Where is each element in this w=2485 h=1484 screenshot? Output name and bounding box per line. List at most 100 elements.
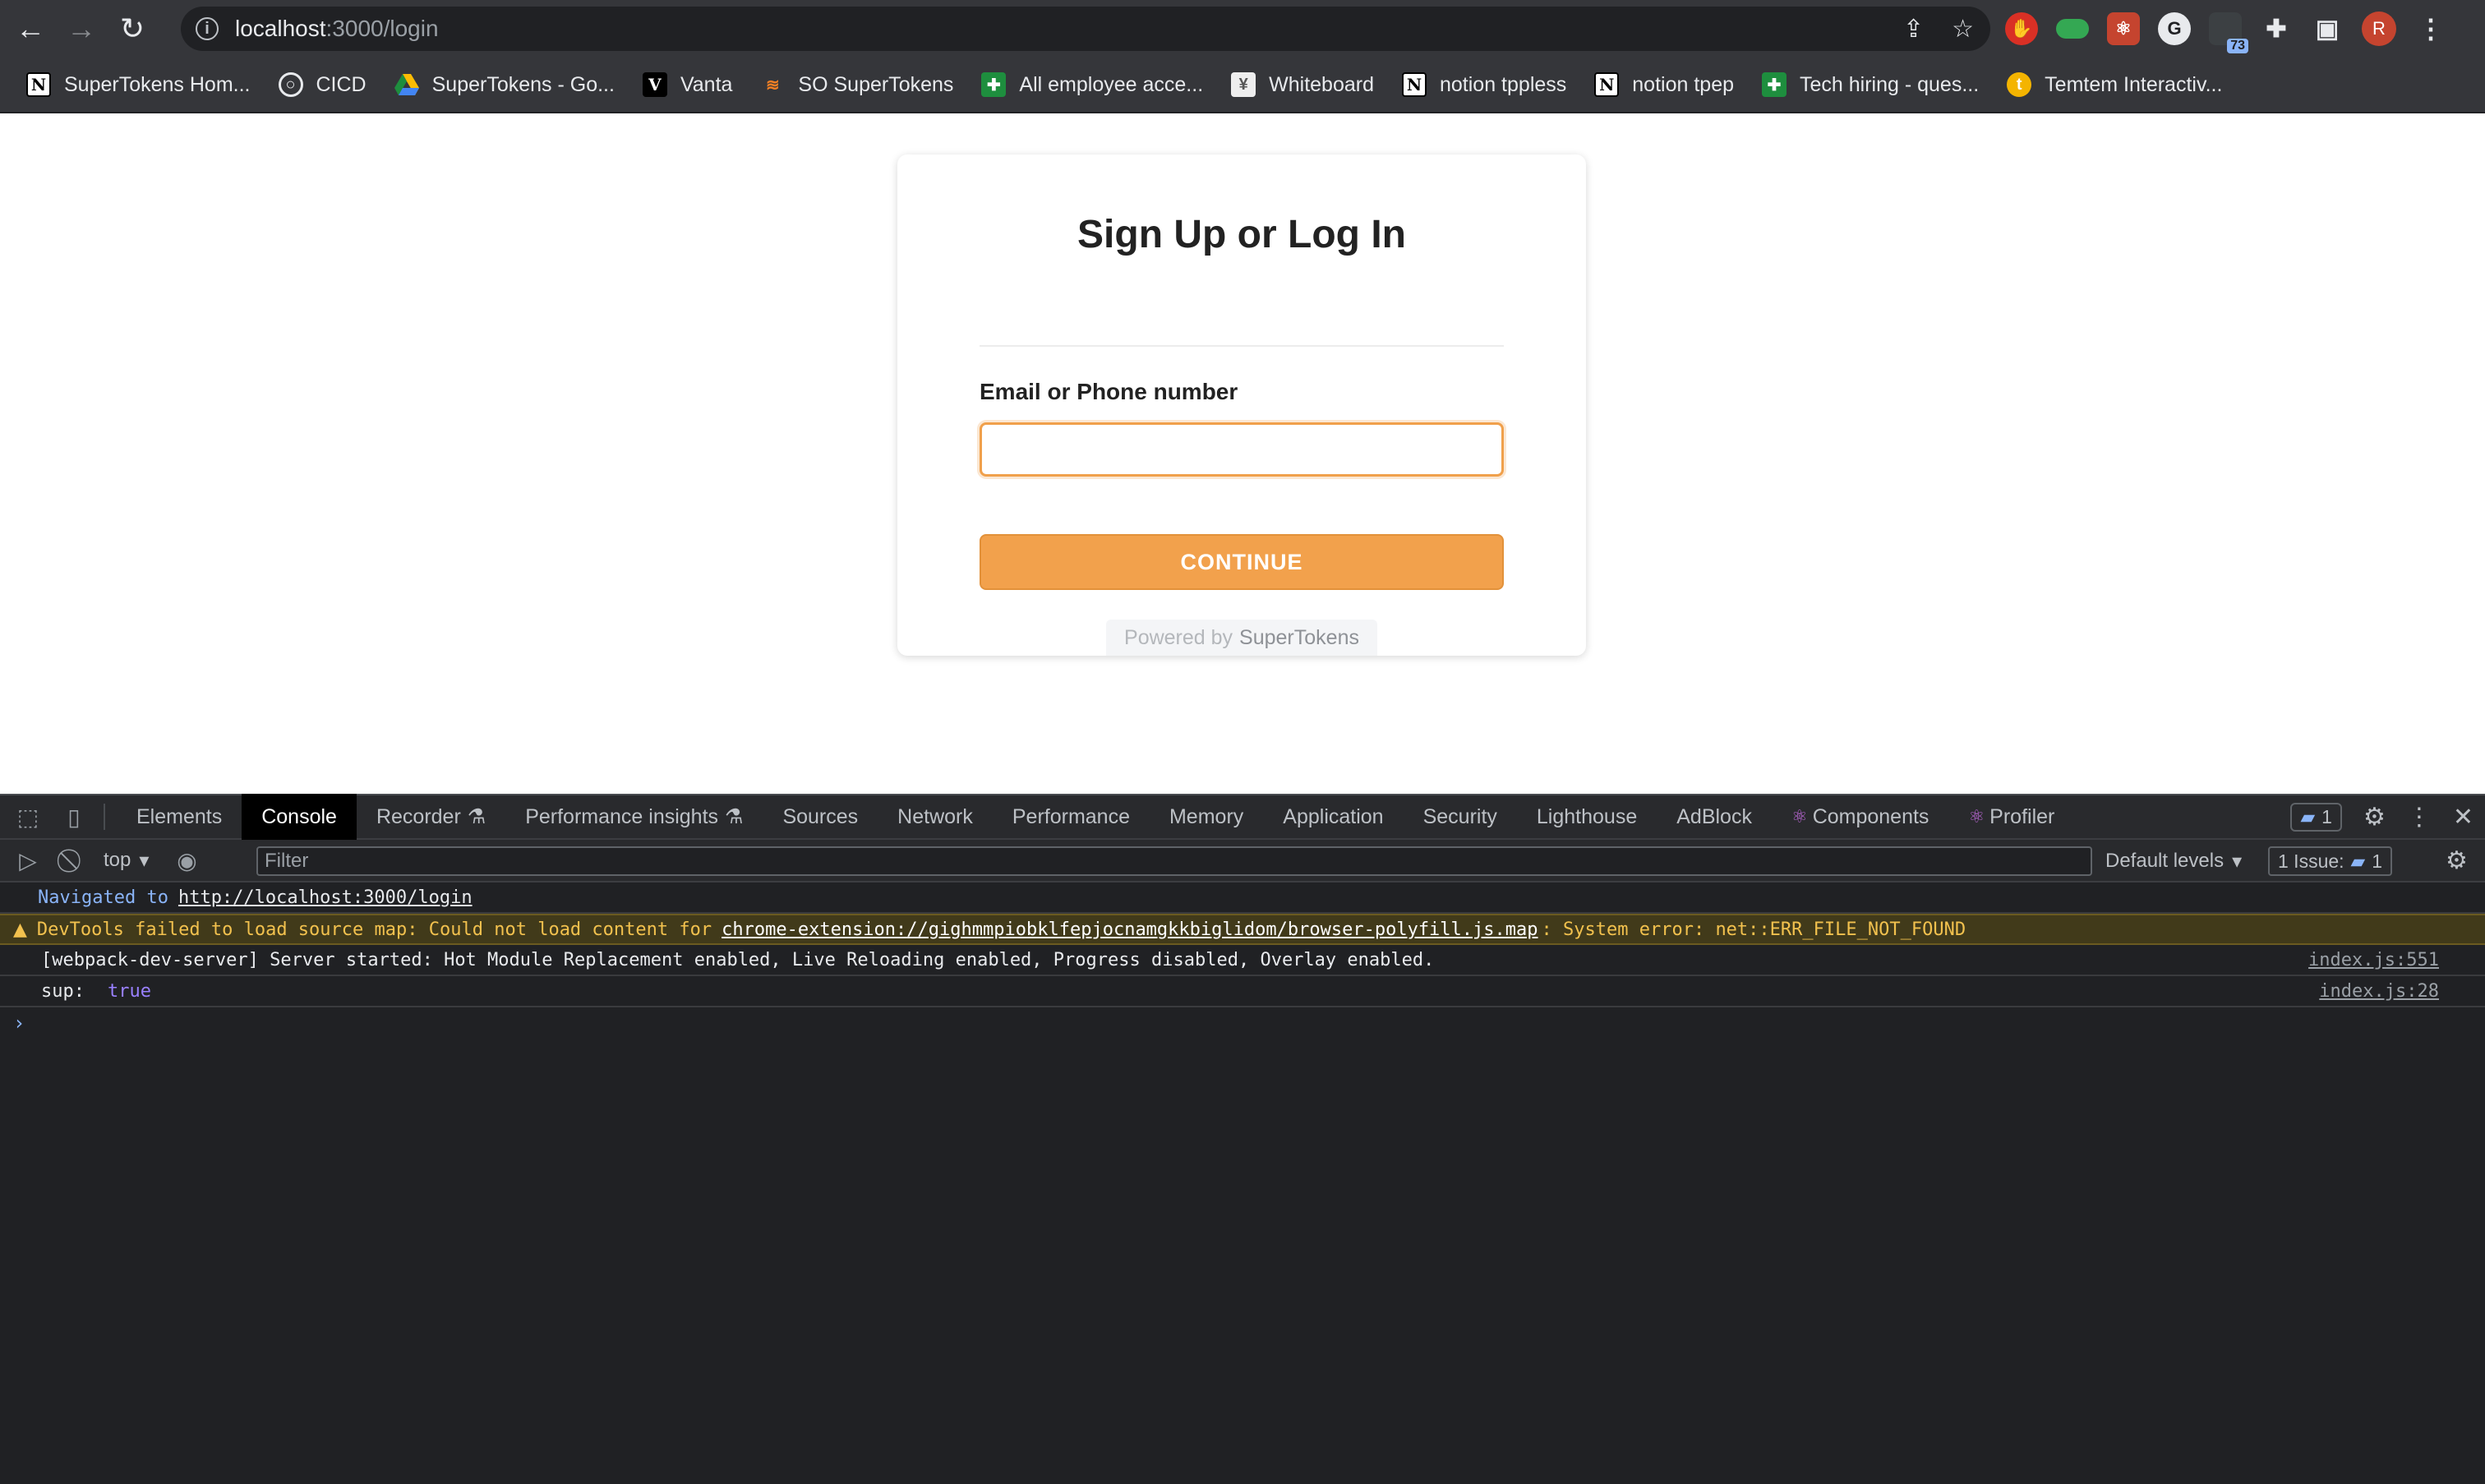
context-value: top <box>104 849 131 871</box>
settings-gear-icon[interactable]: ⚙ <box>2363 803 2386 832</box>
log-levels-select[interactable]: Default levels ▾ <box>2105 846 2242 876</box>
bookmark-item[interactable]: t Temtem Interactiv... <box>2007 72 2222 97</box>
bookmark-label: CICD <box>316 72 367 96</box>
tab-elements[interactable]: Elements <box>117 794 242 840</box>
message-count: 1 <box>2321 805 2332 827</box>
console-filter-input[interactable]: Filter <box>256 846 2092 876</box>
powered-by-badge[interactable]: Powered by SuperTokens <box>1106 620 1377 656</box>
nav-url-link[interactable]: http://localhost:3000/login <box>178 887 473 908</box>
bookmark-item[interactable]: ✚ Tech hiring - ques... <box>1762 72 1979 97</box>
divider <box>104 804 105 830</box>
share-icon[interactable]: ⇪ <box>1903 15 1924 44</box>
site-info-icon[interactable]: i <box>196 17 219 40</box>
bookmark-label: Tech hiring - ques... <box>1800 72 1980 96</box>
warning-error: : System error: net::ERR_FILE_NOT_FOUND <box>1541 919 1966 940</box>
devtools-panel: ⬚ ▯ Elements Console Recorder ⚗ Performan… <box>0 794 2485 1484</box>
console-prompt[interactable]: › <box>0 1007 2485 1039</box>
device-toolbar-icon[interactable]: ▯ <box>56 804 92 831</box>
page-title: Sign Up or Log In <box>1077 213 1406 256</box>
back-arrow-icon[interactable]: ← <box>10 8 51 49</box>
issues-button[interactable]: 1 Issue: ▰ 1 <box>2268 846 2393 876</box>
counter-extension-icon[interactable]: 73 <box>2209 12 2248 53</box>
nav-text: Navigated to <box>38 887 168 908</box>
chevron-down-icon: ▾ <box>139 849 150 872</box>
console-settings-gear-icon[interactable]: ⚙ <box>2446 846 2468 875</box>
tab-lighthouse[interactable]: Lighthouse <box>1517 794 1657 840</box>
address-url[interactable]: localhost:3000/login <box>235 16 439 42</box>
forward-arrow-icon[interactable]: → <box>61 8 102 49</box>
tab-memory[interactable]: Memory <box>1150 794 1263 840</box>
messages-badge[interactable]: ▰ 1 <box>2290 802 2342 832</box>
bookmark-item[interactable]: ≋ SO SuperTokens <box>760 72 953 97</box>
live-expression-eye-icon[interactable]: ◉ <box>168 847 205 874</box>
tab-network[interactable]: Network <box>878 794 993 840</box>
bookmark-label: notion tppless <box>1440 72 1567 96</box>
bookmark-label: Whiteboard <box>1269 72 1374 96</box>
toggle-extension-icon[interactable] <box>2056 19 2089 39</box>
tab-label: Profiler <box>1989 804 2055 828</box>
bookmark-item[interactable]: SuperTokens - Go... <box>394 72 615 97</box>
notion-icon: N <box>26 72 51 97</box>
issues-count: 1 <box>2372 850 2383 872</box>
extensions-area: ✋ ⚛ G 73 ✚ ▣ R ⋮ <box>2005 8 2447 53</box>
console-filter-bar: ▷ ⃠ top ▾ ◉ Filter Default levels ▾ 1 Issu… <box>0 840 2485 883</box>
tab-console[interactable]: Console <box>242 794 357 840</box>
bookmark-item[interactable]: ¥ Whiteboard <box>1231 72 1374 97</box>
bookmark-label: SuperTokens - Go... <box>431 72 615 96</box>
more-options-icon[interactable]: ⋮ <box>2407 803 2432 832</box>
tab-application[interactable]: Application <box>1263 794 1403 840</box>
prompt-chevron-icon: › <box>13 1012 25 1035</box>
source-link[interactable]: index.js:551 <box>2308 950 2439 970</box>
bookmark-item[interactable]: ○ CICD <box>278 72 367 97</box>
url-path: :3000/login <box>325 16 439 41</box>
tab-performance-insights[interactable]: Performance insights ⚗ <box>505 794 763 840</box>
stackoverflow-icon: ≋ <box>766 76 780 94</box>
react-devtools-extension-icon[interactable]: ⚛ <box>2107 12 2140 45</box>
continue-button[interactable]: CONTINUE <box>980 534 1504 590</box>
adblock-extension-icon[interactable]: ✋ <box>2005 12 2038 45</box>
tab-profiler[interactable]: ⚛ Profiler <box>1948 794 2074 840</box>
bookmark-label: SO SuperTokens <box>798 72 954 96</box>
source-link[interactable]: index.js:28 <box>2319 981 2439 1002</box>
tab-components[interactable]: ⚛ Components <box>1772 794 1948 840</box>
browser-toolbar: ← → ↻ i localhost:3000/login ⇪ ☆ ✋ ⚛ G 7… <box>0 0 2485 58</box>
inspect-element-icon[interactable]: ⬚ <box>10 804 46 831</box>
tab-sources[interactable]: Sources <box>763 794 878 840</box>
browser-menu-icon[interactable]: ⋮ <box>2414 12 2447 45</box>
cicd-icon: ○ <box>278 72 303 97</box>
warning-icon: ▲ <box>13 919 27 940</box>
bookmark-label: Temtem Interactiv... <box>2045 72 2223 96</box>
console-message: [webpack-dev-server] Server started: Hot… <box>0 945 2485 976</box>
context-select[interactable]: top ▾ <box>104 849 149 873</box>
clear-console-icon[interactable]: ⃠ <box>56 847 92 874</box>
bookmark-star-icon[interactable]: ☆ <box>1952 15 1974 44</box>
tab-performance[interactable]: Performance <box>993 794 1150 840</box>
notion-icon: N <box>1402 72 1427 97</box>
vanta-icon: V <box>642 72 667 97</box>
side-panel-icon[interactable]: ▣ <box>2311 12 2344 45</box>
powered-by-text: Powered by <box>1124 625 1233 649</box>
flask-icon: ⚗ <box>725 805 744 828</box>
sidebar-toggle-icon[interactable]: ▷ <box>10 847 46 874</box>
close-icon[interactable]: ✕ <box>2453 803 2473 832</box>
bookmark-item[interactable]: V Vanta <box>642 72 732 97</box>
bookmark-item[interactable]: Nnotion tpep <box>1594 72 1734 97</box>
bookmark-item[interactable]: ✚ All employee acce... <box>981 72 1203 97</box>
reload-icon[interactable]: ↻ <box>112 8 153 49</box>
tab-recorder[interactable]: Recorder ⚗ <box>357 794 505 840</box>
email-field[interactable] <box>980 422 1504 477</box>
puzzle-extensions-icon[interactable]: ✚ <box>2260 12 2293 45</box>
address-bar[interactable]: i localhost:3000/login ⇪ ☆ <box>181 7 1990 51</box>
console-output: Navigated to http://localhost:3000/login… <box>0 883 2485 1039</box>
console-warning: ▲ DevTools failed to load source map: Co… <box>0 914 2485 945</box>
bookmark-item[interactable]: N SuperTokens Hom... <box>26 72 251 97</box>
bookmark-item[interactable]: Nnotion tppless <box>1402 72 1566 97</box>
tab-adblock[interactable]: AdBlock <box>1657 794 1772 840</box>
tab-label: Components <box>1812 804 1929 828</box>
tab-security[interactable]: Security <box>1404 794 1517 840</box>
bookmark-label: All employee acce... <box>1019 72 1204 96</box>
warning-source-link[interactable]: chrome-extension://gighmmpiobklfepjocnam… <box>722 919 1538 940</box>
grammar-extension-icon[interactable]: G <box>2158 12 2191 45</box>
profile-avatar[interactable]: R <box>2362 12 2396 46</box>
console-message: sup: true index.js:28 <box>0 976 2485 1007</box>
